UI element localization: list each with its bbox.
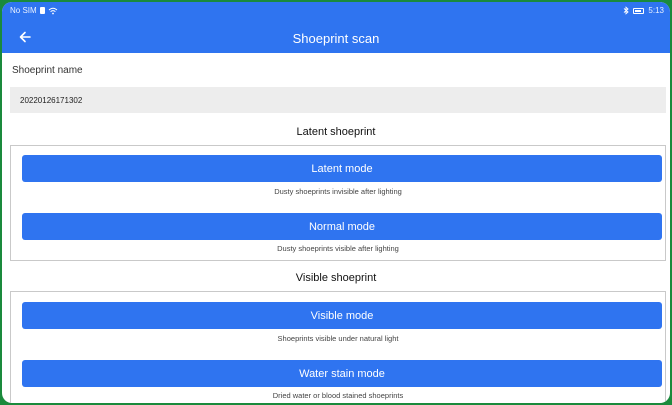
normal-mode-description: Dusty shoeprints visible after lighting	[277, 244, 399, 253]
app-bar: No SIM 5:13 Shoeprint scan	[2, 2, 670, 53]
shoeprint-name-field[interactable]	[10, 87, 666, 113]
bluetooth-icon	[624, 6, 630, 15]
visible-mode-description: Shoeprints visible under natural light	[277, 334, 399, 343]
water-stain-mode-button[interactable]: Water stain mode	[22, 360, 662, 387]
battery-icon	[633, 7, 645, 14]
wifi-icon	[48, 7, 58, 14]
latent-mode-description: Dusty shoeprints invisible after lightin…	[274, 187, 402, 196]
section-title-visible: Visible shoeprint	[295, 272, 377, 284]
water-stain-mode-description: Dried water or blood stained shoeprints	[272, 391, 404, 400]
shoeprint-name-label: Shoeprint name	[12, 65, 83, 76]
page-title: Shoeprint scan	[292, 31, 380, 46]
app-screen: No SIM 5:13 Shoeprint scan Shoeprint nam…	[2, 2, 670, 403]
status-bar: No SIM 5:13	[2, 2, 670, 20]
latent-modes-group: Latent mode Dusty shoeprints invisible a…	[10, 145, 666, 261]
visible-mode-button[interactable]: Visible mode	[22, 302, 662, 329]
carrier-text: No SIM	[10, 6, 37, 15]
latent-mode-button[interactable]: Latent mode	[22, 155, 662, 182]
sim-icon	[39, 7, 45, 14]
normal-mode-button[interactable]: Normal mode	[22, 213, 662, 240]
clock-text: 5:13	[648, 6, 664, 15]
section-title-latent: Latent shoeprint	[296, 126, 376, 138]
visible-modes-group: Visible mode Shoeprints visible under na…	[10, 291, 666, 403]
status-right: 5:13	[623, 6, 664, 15]
status-left: No SIM	[10, 6, 58, 15]
